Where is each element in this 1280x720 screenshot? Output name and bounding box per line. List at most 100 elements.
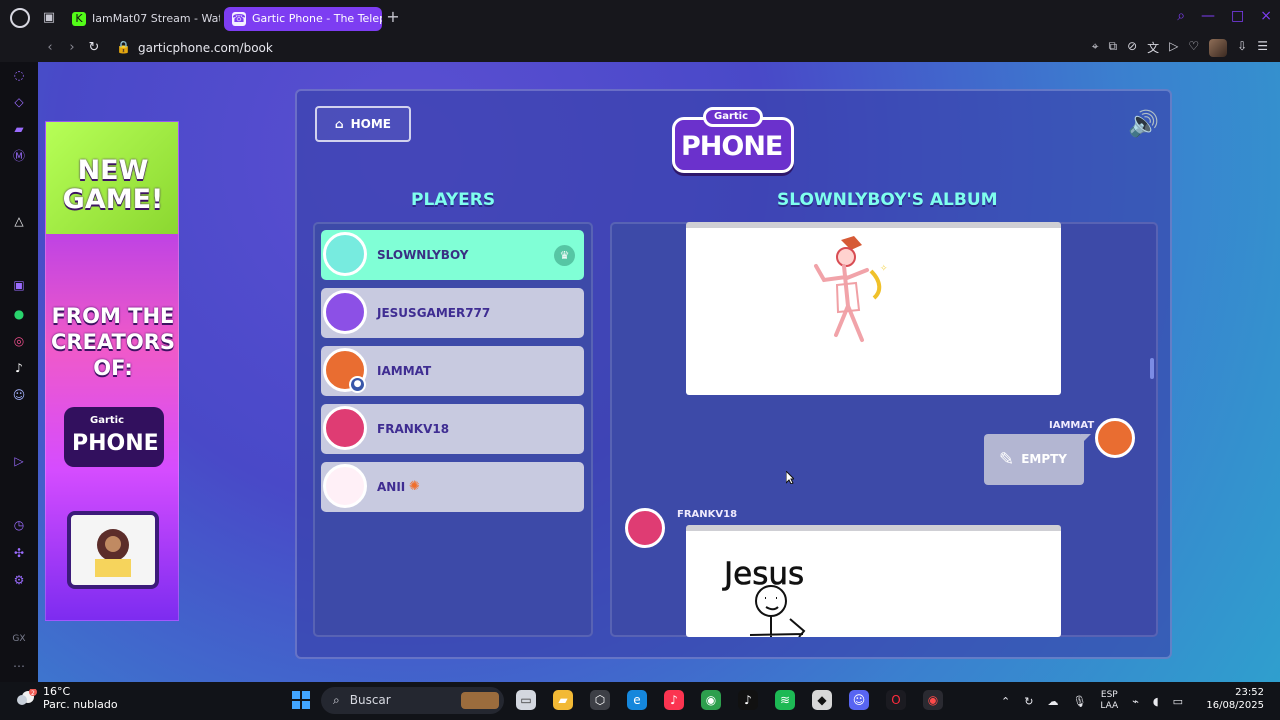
- forward-icon[interactable]: ›: [64, 40, 80, 56]
- frankv18-chat-name: FRANKV18: [677, 509, 738, 520]
- player-row-jesusgamer777[interactable]: JESUSGAMER777: [321, 288, 584, 338]
- player-row-slownlyboy[interactable]: SLOWNLYBOY ♛: [321, 230, 584, 280]
- album-drawing-1: ✧: [686, 222, 1061, 395]
- new-tab-button[interactable]: +: [386, 9, 400, 25]
- app-cube-icon[interactable]: ⬡: [590, 690, 610, 710]
- tab-bar: ▣ K IamMat07 Stream - Watch ☎ Gartic Pho…: [0, 0, 1280, 36]
- sync-icon[interactable]: ↻: [1024, 695, 1033, 708]
- music-icon[interactable]: ♪: [664, 690, 684, 710]
- user-icon: ●: [349, 376, 366, 393]
- heart-icon[interactable]: ♡: [1188, 39, 1199, 57]
- task-view-icon[interactable]: ▭: [516, 690, 536, 710]
- sparkle-icon: ✧: [880, 264, 888, 274]
- battery-icon[interactable]: ▭: [1173, 695, 1183, 708]
- album-title: SLOWNLYBOY'S ALBUM: [777, 190, 998, 210]
- lock-icon: 🔒: [116, 40, 131, 54]
- spotify-icon[interactable]: ≋: [775, 690, 795, 710]
- edge-icon[interactable]: e: [627, 690, 647, 710]
- file-explorer-icon[interactable]: ▰: [553, 690, 573, 710]
- extensions-icon[interactable]: ✣: [12, 546, 26, 560]
- back-icon[interactable]: ‹: [42, 40, 58, 56]
- address-tools: ⌖ ⧉ ⊘ 文 ▷ ♡ ⇩ ☰: [1092, 39, 1268, 57]
- url-field[interactable]: garticphone.com/book: [138, 40, 273, 56]
- search-icon: ⌕: [333, 693, 340, 707]
- ad-line-new: NEW: [77, 155, 149, 186]
- history-icon[interactable]: ◷: [12, 518, 26, 532]
- jesusgamer777-avatar: [323, 290, 367, 334]
- home-button[interactable]: ⌂ HOME: [315, 106, 411, 142]
- drawing-handwritten-word: Jesus: [722, 556, 804, 592]
- opera-gx-icon[interactable]: ◉: [923, 690, 943, 710]
- gartic-phone-logo: Gartic PHONE: [672, 107, 794, 177]
- slownlyboy-avatar: [323, 232, 367, 276]
- snapshot-icon[interactable]: ⧉: [1109, 39, 1118, 57]
- players-title: PLAYERS: [411, 190, 496, 210]
- minimize-icon[interactable]: —: [1201, 8, 1215, 24]
- player-row-anii[interactable]: ANII ✺: [321, 462, 584, 512]
- discord-icon[interactable]: ☺: [12, 388, 26, 402]
- home-icon: ⌂: [335, 117, 344, 131]
- tray-expand-icon[interactable]: ⌃: [1001, 695, 1010, 708]
- translate-icon[interactable]: 文: [1147, 39, 1159, 57]
- more-icon[interactable]: ⋯: [12, 659, 26, 673]
- volume-icon[interactable]: ◖: [1153, 695, 1159, 708]
- side-ad[interactable]: NEW GAME! FROM THE CREATORS OF: Gartic P…: [45, 121, 179, 621]
- ad-line-from: FROM THE: [51, 304, 175, 328]
- messenger-icon[interactable]: Ⓜ: [12, 149, 26, 163]
- tiktok-taskbar-icon[interactable]: ♪: [738, 690, 758, 710]
- arc-icon[interactable]: △: [12, 214, 26, 228]
- player-icon[interactable]: ▷: [12, 454, 26, 468]
- jesus-drawing: Jesus: [722, 556, 806, 638]
- settings-icon[interactable]: ⚙: [12, 573, 26, 587]
- workspace-icon[interactable]: ▣: [42, 11, 56, 25]
- reload-icon[interactable]: ↻: [86, 40, 102, 56]
- player-row-frankv18[interactable]: FRANKV18: [321, 404, 584, 454]
- opera-logo[interactable]: [10, 8, 30, 28]
- iammat-chat-name: IAMMAT: [1049, 420, 1095, 431]
- phone-icon: ☎: [232, 12, 246, 26]
- maximize-icon[interactable]: □: [1231, 8, 1244, 24]
- taskbar-clock[interactable]: 23:52 16/08/2025: [1206, 686, 1264, 712]
- frankv18-avatar: [323, 406, 367, 450]
- kick-icon: K: [72, 12, 86, 26]
- sound-icon[interactable]: 🔊: [1128, 111, 1160, 136]
- taskbar-search[interactable]: ⌕ Buscar: [321, 687, 504, 714]
- gx-icon[interactable]: GX: [12, 632, 26, 646]
- empty-message: ✎ EMPTY: [984, 434, 1084, 485]
- ai-icon[interactable]: ◇: [12, 95, 26, 109]
- instagram-icon[interactable]: ◎: [12, 334, 26, 348]
- send-icon[interactable]: ▷: [1169, 39, 1178, 57]
- close-icon[interactable]: ×: [1260, 8, 1272, 24]
- crown-icon: ♛: [554, 245, 575, 266]
- opera-taskbar-icon[interactable]: O: [886, 690, 906, 710]
- search-highlight-art: [461, 692, 499, 709]
- tab-gartic-phone[interactable]: ☎ Gartic Phone - The Teleph: [224, 7, 382, 31]
- microphone-icon[interactable]: 🎙: [1072, 695, 1086, 708]
- pin-icon[interactable]: ⌖: [1092, 39, 1099, 57]
- windows-start-icon[interactable]: [291, 690, 311, 710]
- tabs-icon[interactable]: ▰: [12, 122, 26, 136]
- search-tabs-icon[interactable]: ⌕: [1177, 8, 1185, 24]
- chrome-icon[interactable]: ◉: [701, 690, 721, 710]
- album-scrollbar[interactable]: [1150, 358, 1154, 379]
- menu-icon[interactable]: ☰: [1257, 39, 1268, 57]
- roblox-icon[interactable]: ◆: [812, 690, 832, 710]
- profile-avatar[interactable]: [1209, 39, 1228, 57]
- tiktok-icon[interactable]: ♪: [12, 361, 26, 375]
- download-icon[interactable]: ⇩: [1237, 39, 1247, 57]
- pinned-apps: ▭ ▰ ⬡ e ♪ ◉ ♪ ≋ ◆ ☺ O ◉: [516, 690, 943, 710]
- tab-iammat-stream[interactable]: K IamMat07 Stream - Watch: [64, 7, 220, 31]
- address-bar: ‹ › ↻ 🔒 garticphone.com/book ⌖ ⧉ ⊘ 文 ▷ ♡…: [0, 36, 1280, 62]
- window-controls: ⌕ — □ ×: [1177, 8, 1272, 24]
- ad-line-of: OF:: [93, 356, 133, 380]
- player-row-iammat[interactable]: ● IAMMAT: [321, 346, 584, 396]
- twitch-icon[interactable]: ▣: [12, 278, 26, 292]
- discord-taskbar-icon[interactable]: ☺: [849, 690, 869, 710]
- whatsapp-icon[interactable]: ●: [12, 307, 26, 321]
- blocker-icon[interactable]: ⊘: [1127, 39, 1137, 57]
- cloud-icon[interactable]: ☁: [1047, 695, 1058, 708]
- language-indicator[interactable]: ESP LAA: [1100, 690, 1118, 712]
- wifi-icon[interactable]: ⌁: [1132, 695, 1139, 708]
- aria-icon[interactable]: ◌: [12, 68, 26, 82]
- pencil-icon: ✎: [999, 449, 1015, 470]
